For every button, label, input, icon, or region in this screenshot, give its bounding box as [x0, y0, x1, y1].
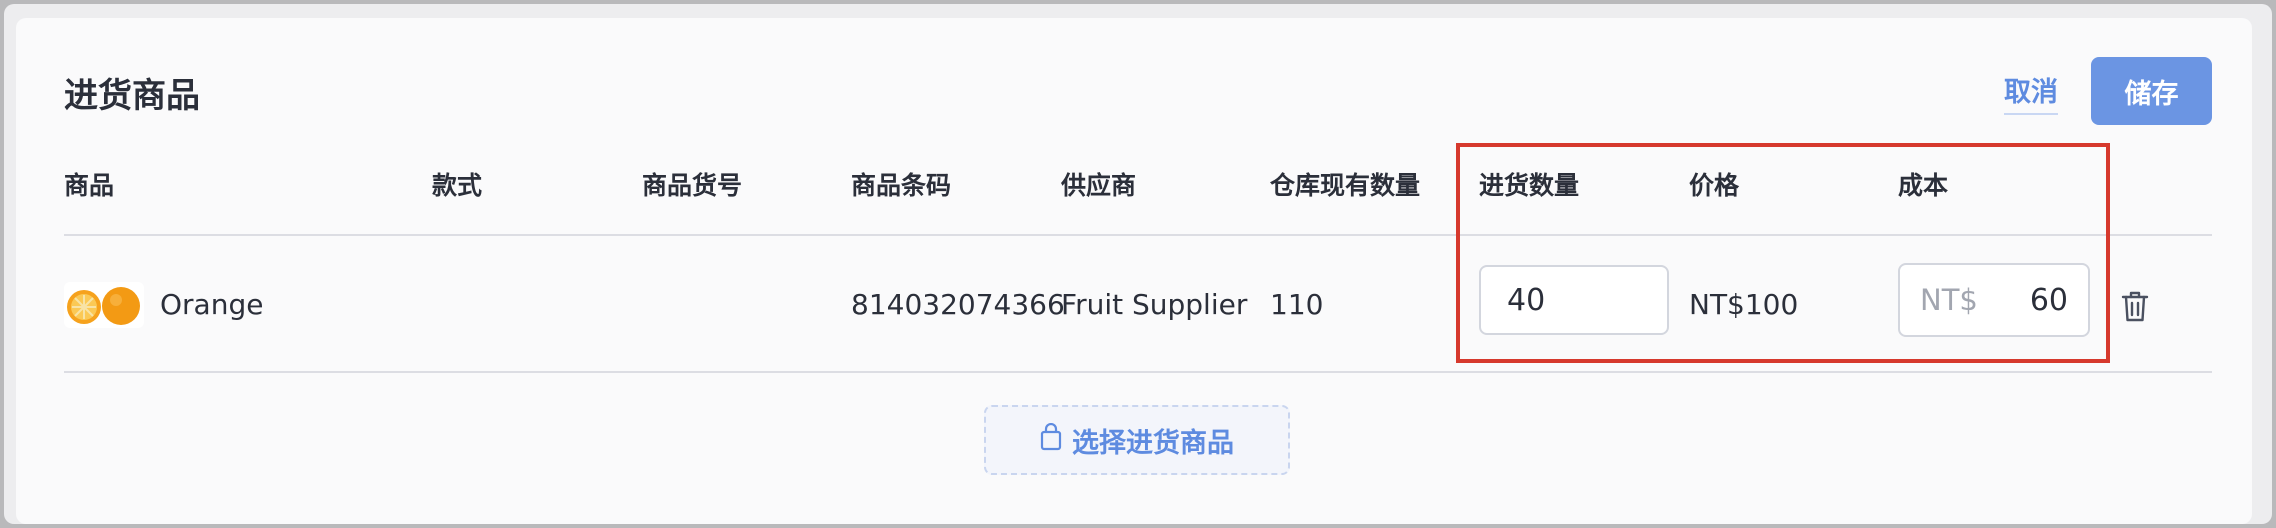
- column-header-style: 款式: [432, 171, 483, 200]
- product-price: NT$100: [1689, 288, 1799, 321]
- purchase-quantity-input[interactable]: 40: [1479, 265, 1669, 335]
- cancel-button[interactable]: 取消: [2004, 70, 2058, 115]
- column-header-sku: 商品货号: [642, 171, 743, 200]
- row-divider: [64, 371, 2212, 373]
- product-barcode: 814032074366: [851, 288, 1065, 321]
- header-divider: [64, 234, 2212, 236]
- column-header-product: 商品: [64, 171, 115, 200]
- stock-quantity: 110: [1270, 288, 1324, 321]
- product-supplier: Fruit Supplier: [1061, 288, 1248, 321]
- select-purchase-products-label: 选择进货商品: [1072, 427, 1234, 459]
- column-header-supplier: 供应商: [1061, 171, 1137, 200]
- cost-value: 60: [2029, 282, 2068, 318]
- orange-image: [64, 282, 144, 328]
- select-purchase-products-button[interactable]: 选择进货商品: [984, 405, 1290, 475]
- product-name: Orange: [160, 288, 264, 321]
- purchase-quantity-value: 40: [1507, 282, 1546, 318]
- column-header-cost: 成本: [1898, 171, 1949, 200]
- trash-icon[interactable]: [2119, 289, 2151, 323]
- page-title: 进货商品: [64, 76, 200, 116]
- column-header-barcode: 商品条码: [851, 171, 952, 200]
- column-header-price: 价格: [1689, 171, 1740, 200]
- cost-input[interactable]: NT$ 60: [1898, 263, 2090, 337]
- column-header-purchase-qty: 进货数量: [1479, 171, 1580, 200]
- cost-currency-prefix: NT$: [1920, 283, 1978, 317]
- column-header-stock: 仓库现有数量: [1270, 171, 1421, 200]
- shopping-bag-icon: [1040, 422, 1062, 458]
- save-button[interactable]: 储存: [2091, 57, 2212, 125]
